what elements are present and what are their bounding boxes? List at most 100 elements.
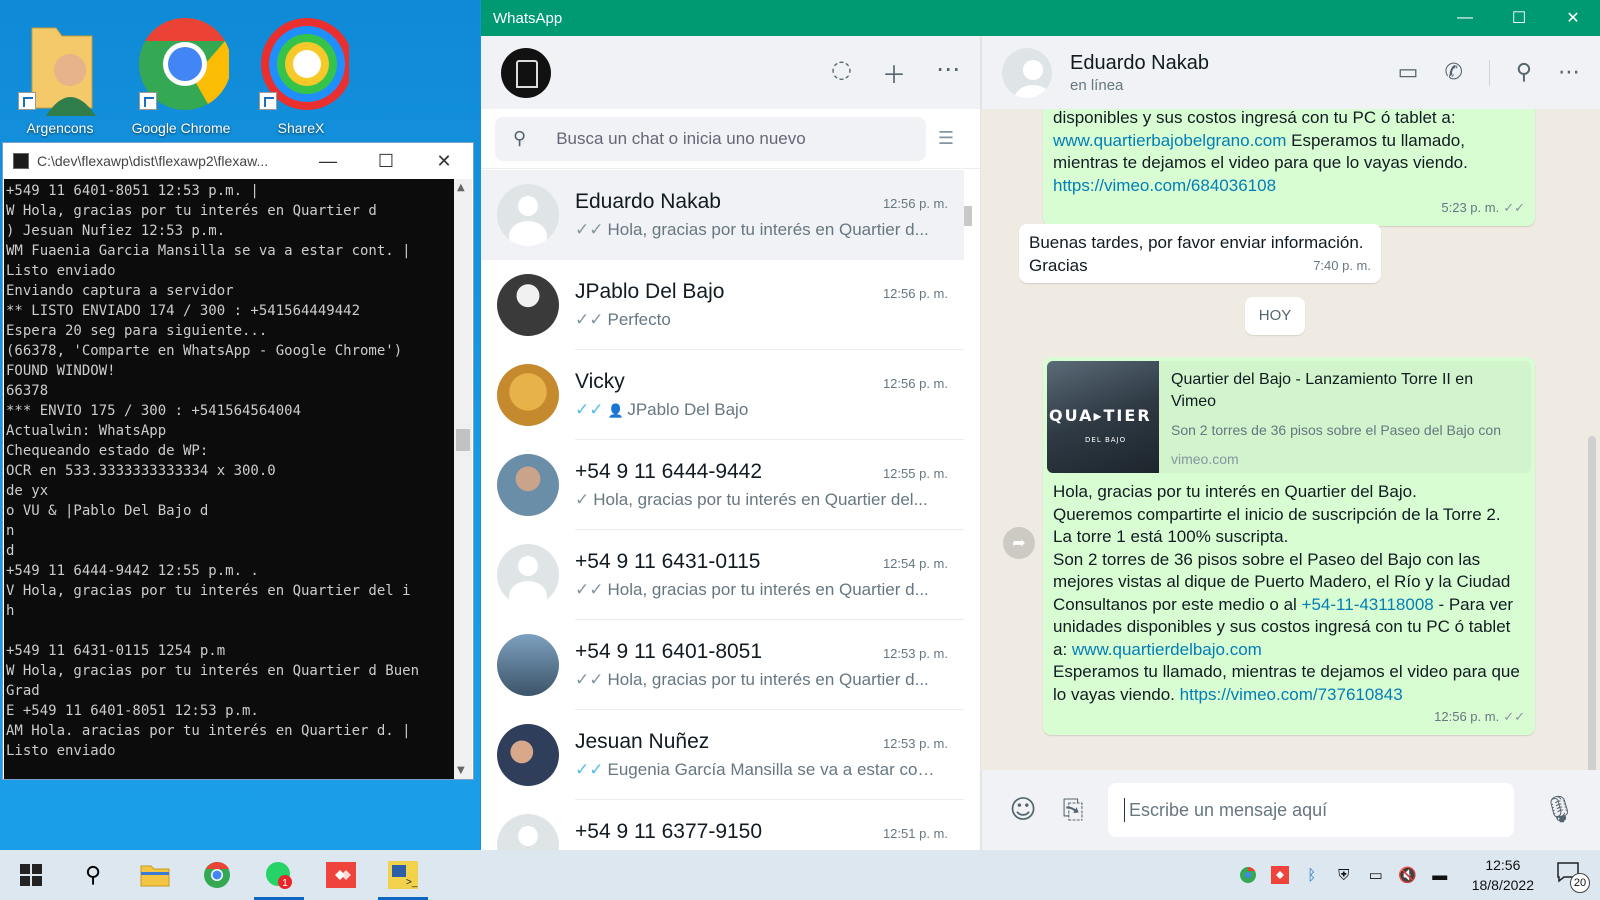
close-button[interactable]: ✕: [415, 151, 473, 172]
chat-list-item[interactable]: +54 9 11 6431-0115 12:54 p. m. ✓✓ Hola, gra…: [481, 530, 964, 620]
bluetooth-icon[interactable]: ᛒ: [1302, 865, 1322, 885]
chat-time: 12:54 p. m.: [882, 555, 948, 571]
windows-icon: [20, 864, 42, 886]
taskbar-anydesk[interactable]: [310, 850, 372, 900]
battery-icon[interactable]: ▬: [1430, 865, 1450, 885]
chat-avatar[interactable]: [497, 454, 559, 516]
chat-avatar[interactable]: [497, 544, 559, 606]
console-line: E +549 11 6401-8051 12:53 p.m.: [6, 703, 259, 719]
whatsapp-titlebar[interactable]: WhatsApp — ☐ ✕: [481, 0, 1600, 36]
status-icon[interactable]: ◌: [831, 55, 852, 90]
search-input[interactable]: ⚲ Busca un chat o inicia uno nuevo: [495, 116, 926, 161]
message-status-icon: ✓✓: [575, 309, 604, 329]
close-button[interactable]: ✕: [1546, 8, 1600, 28]
message-text: Gracias: [1029, 255, 1088, 275]
chat-time: 12:56 p. m.: [882, 195, 948, 211]
chat-avatar[interactable]: [497, 634, 559, 696]
chat-avatar[interactable]: [497, 364, 559, 426]
minimize-button[interactable]: —: [1438, 9, 1492, 27]
message-link[interactable]: https://vimeo.com/737610843: [1180, 685, 1403, 704]
menu-icon[interactable]: ⋯: [936, 55, 960, 90]
taskbar-whatsapp[interactable]: 1: [248, 850, 310, 900]
security-shield-icon[interactable]: ⛨: [1334, 865, 1354, 885]
conversation-pane: Eduardo Nakab en línea ▭ ✆ ⚲ ⋯ disponibl…: [981, 36, 1600, 850]
console-line: ** LISTO ENVIADO 174 / 300 : +5415644494…: [6, 303, 361, 319]
chat-list-item[interactable]: Jesuan Nuñez 12:53 p. m. ✓✓ Eugenia García …: [481, 710, 964, 800]
message-bubble-incoming[interactable]: Buenas tardes, por favor enviar informac…: [1019, 224, 1381, 283]
chrome-tray-icon[interactable]: [1238, 865, 1258, 885]
network-icon[interactable]: ▭: [1366, 865, 1386, 885]
chat-list-item[interactable]: Vicky 12:56 p. m. ✓✓ 👤 JPablo Del Bajo: [481, 350, 964, 440]
whatsapp-badge: 1: [282, 878, 288, 889]
desktop-icon-label: ShareX: [277, 120, 325, 136]
contact-avatar[interactable]: [1002, 47, 1052, 98]
chat-avatar[interactable]: [497, 184, 559, 246]
conversation-header[interactable]: Eduardo Nakab en línea ▭ ✆ ⚲ ⋯: [981, 36, 1600, 109]
notification-center-button[interactable]: 20: [1556, 861, 1590, 893]
clock-date: 18/8/2022: [1471, 877, 1534, 893]
anydesk-tray-icon[interactable]: [1270, 865, 1290, 885]
chrome-icon: [204, 861, 230, 888]
console-scrollbar[interactable]: ▲ ▼: [454, 179, 472, 779]
console-titlebar[interactable]: C:\dev\flexawp\dist\flexawp2\flexaw... —…: [3, 143, 473, 179]
phone-link[interactable]: +54-11-43118008: [1302, 595, 1434, 614]
chat-name: Jesuan Nuñez: [575, 729, 710, 753]
contact-status: en línea: [1070, 76, 1124, 94]
desktop-icon-chrome[interactable]: Google Chrome: [126, 8, 236, 136]
link-preview[interactable]: QUA▸TIER DEL BAJO Quartier del Bajo - La…: [1047, 361, 1531, 473]
header-divider: [1488, 59, 1490, 86]
message-link[interactable]: www.quartierdelbajo.com: [1072, 640, 1262, 659]
minimize-button[interactable]: —: [299, 151, 357, 172]
emoji-icon[interactable]: ☺: [998, 795, 1048, 825]
taskbar-file-explorer[interactable]: [124, 850, 186, 900]
conversation-menu-icon[interactable]: ⋯: [1558, 60, 1580, 85]
chat-list-item[interactable]: Eduardo Nakab 12:56 p. m. ✓✓ Hola, gracias …: [481, 170, 964, 260]
voice-call-icon[interactable]: ✆: [1444, 60, 1462, 85]
microphone-icon[interactable]: 🎙: [1534, 795, 1584, 825]
chat-time: 12:53 p. m.: [882, 735, 948, 751]
chat-avatar[interactable]: [497, 724, 559, 786]
volume-muted-icon[interactable]: 🔇: [1398, 865, 1418, 885]
video-thumbnail[interactable]: QUA▸TIER DEL BAJO: [1047, 361, 1159, 473]
scroll-down-icon[interactable]: ▼: [457, 765, 465, 776]
message-bubble-outgoing[interactable]: disponibles y sus costos ingresá con tu …: [1043, 109, 1535, 226]
search-messages-icon[interactable]: ⚲: [1516, 60, 1532, 85]
start-button[interactable]: [0, 850, 62, 900]
desktop-icon-sharex[interactable]: ShareX: [246, 8, 356, 136]
message-bubble-outgoing[interactable]: QUA▸TIER DEL BAJO Quartier del Bajo - La…: [1043, 357, 1535, 735]
profile-avatar[interactable]: [501, 47, 551, 98]
taskbar-python[interactable]: >_: [372, 850, 434, 900]
console-line: Enviando captura a servidor: [6, 283, 234, 299]
chat-list-item[interactable]: +54 9 11 6401-8051 12:53 p. m. ✓✓ Hola, gra…: [481, 620, 964, 710]
taskbar-chrome[interactable]: [186, 850, 248, 900]
video-call-icon[interactable]: ▭: [1398, 60, 1419, 85]
chat-name: Vicky: [575, 369, 625, 393]
chat-list-item[interactable]: JPablo Del Bajo 12:56 p. m. ✓✓ Perfecto: [481, 260, 964, 350]
python-console-icon: >_: [388, 861, 418, 889]
search-button[interactable]: ⚲: [62, 850, 124, 900]
clock[interactable]: 12:56 18/8/2022: [1472, 855, 1534, 895]
scroll-up-icon[interactable]: ▲: [457, 182, 465, 193]
message-link[interactable]: https://vimeo.com/684036108: [1053, 175, 1525, 198]
chat-avatar[interactable]: [497, 274, 559, 336]
maximize-button[interactable]: ☐: [1492, 8, 1546, 28]
message-scrollbar[interactable]: [1588, 436, 1596, 796]
scroll-thumb[interactable]: [456, 429, 470, 451]
desktop-icon-argencons[interactable]: Argencons: [5, 8, 115, 136]
chat-list-pane: ◌ ＋ ⋯ ⚲ Busca un chat o inicia uno nuevo…: [481, 36, 981, 890]
search-row: ⚲ Busca un chat o inicia uno nuevo ☰: [481, 109, 980, 169]
message-input[interactable]: Escribe un mensaje aquí: [1108, 783, 1514, 837]
message-link[interactable]: www.quartierbajobelgrano.com: [1053, 131, 1286, 150]
filter-icon[interactable]: ☰: [926, 128, 966, 149]
console-title: C:\dev\flexawp\dist\flexawp2\flexaw...: [37, 153, 269, 169]
chat-name: +54 9 11 6444-9442: [575, 459, 763, 483]
maximize-button[interactable]: ☐: [357, 151, 415, 172]
chat-list-item[interactable]: +54 9 11 6444-9442 12:55 p. m. ✓ Hola, grac…: [481, 440, 964, 530]
forward-icon[interactable]: ➦: [1003, 527, 1035, 559]
console-window[interactable]: C:\dev\flexawp\dist\flexawp2\flexaw... —…: [2, 142, 474, 780]
chat-list-scrollbar[interactable]: [964, 206, 972, 226]
chat-preview: Perfecto: [607, 309, 671, 329]
new-chat-icon[interactable]: ＋: [882, 55, 906, 90]
message-status-icon: ✓: [575, 489, 590, 509]
attach-icon[interactable]: ⎘: [1048, 795, 1098, 826]
